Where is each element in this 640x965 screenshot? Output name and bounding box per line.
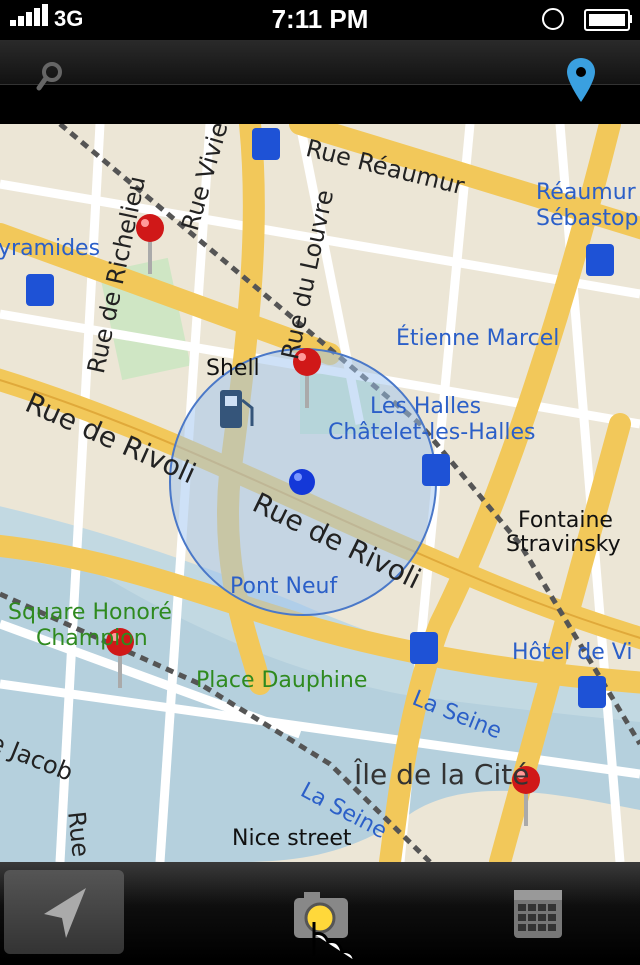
- alarm-icon: [542, 8, 564, 30]
- bottom-toolbar: [0, 862, 640, 961]
- status-bar: 3G 7:11 PM: [0, 0, 640, 40]
- calendar-button[interactable]: [508, 886, 568, 942]
- top-toolbar: [0, 40, 640, 124]
- label-square-honore-1: Square Honoré: [8, 600, 172, 625]
- location-pin-icon[interactable]: [564, 56, 598, 104]
- search-icon[interactable]: [36, 60, 66, 92]
- label-etienne-marcel: Étienne Marcel: [396, 326, 560, 351]
- battery-icon: [584, 9, 630, 31]
- label-shell: Shell: [206, 356, 260, 381]
- label-fontaine-stravinsky-1: Fontaine: [518, 508, 613, 533]
- camera-icon: [294, 892, 356, 961]
- label-chatelet: Châtelet-les-Halles: [328, 420, 536, 445]
- camera-button[interactable]: [270, 882, 370, 961]
- label-pont-neuf: Pont Neuf: [230, 574, 338, 599]
- label-nice-street: Nice street: [232, 826, 352, 851]
- calendar-icon: [514, 890, 562, 938]
- map-view[interactable]: Rue Réaumur Réaumur - Sébastop yramides …: [0, 124, 640, 862]
- navigation-arrow-icon: [44, 888, 86, 938]
- toolbar-band: [0, 40, 640, 85]
- navigation-button[interactable]: [4, 870, 124, 954]
- label-ile-de-la-cite: Île de la Cité: [354, 758, 530, 791]
- current-location-dot: [289, 469, 315, 495]
- label-hotel-de-ville: Hôtel de Vi: [512, 640, 633, 665]
- battery-nub: [628, 15, 632, 23]
- label-reaumur-sebastopol: Réaumur -: [536, 180, 640, 205]
- label-place-dauphine: Place Dauphine: [196, 668, 368, 693]
- label-fontaine-stravinsky-2: Stravinsky: [506, 532, 621, 557]
- label-les-halles: Les Halles: [370, 394, 482, 419]
- label-reaumur-sebastopol-2: Sébastop: [536, 206, 639, 231]
- label-square-honore-2: Champion: [36, 626, 148, 651]
- label-pyramides: yramides: [0, 236, 101, 261]
